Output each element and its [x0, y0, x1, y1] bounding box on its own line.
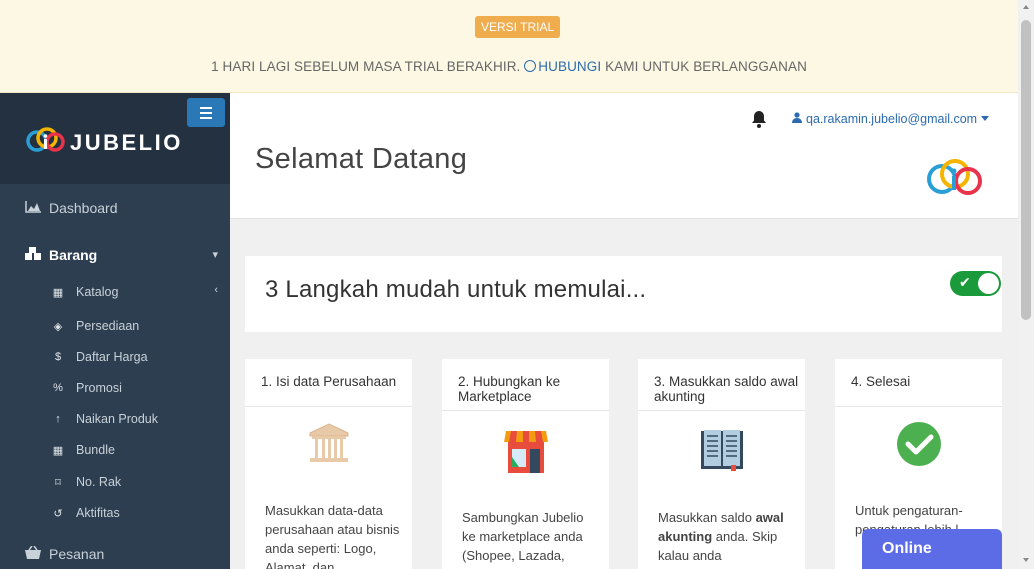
- sidebar-item-no-rak[interactable]: ⌑ No. Rak: [0, 473, 230, 491]
- whatsapp-icon: [524, 60, 537, 72]
- trial-message: 1 HARI LAGI SEBELUM MASA TRIAL BERAKHIR.…: [0, 59, 1018, 74]
- arrow-up-icon: ↑: [55, 413, 61, 425]
- page-header: qa.rakamin.jubelio@gmail.com Selamat Dat…: [230, 93, 1018, 219]
- grid-icon: ▦: [52, 444, 64, 457]
- card-description: Sambungkan Jubelio ke marketplace anda (…: [462, 510, 584, 563]
- dollar-icon: $: [54, 351, 62, 363]
- steps-toggle[interactable]: ✔: [950, 271, 1001, 296]
- chevron-left-icon: ‹: [214, 284, 218, 296]
- nav-item-label: Pesanan: [49, 546, 105, 562]
- nav-item-barang[interactable]: Barang ▾: [0, 244, 230, 266]
- page-scrollbar[interactable]: [1018, 0, 1034, 569]
- sidebar-item-aktifitas[interactable]: ↺ Aktifitas: [0, 504, 230, 522]
- user-email: qa.rakamin.jubelio@gmail.com: [806, 112, 978, 126]
- sub-item-label: Daftar Harga: [76, 350, 148, 364]
- card-title: 2. Hubungkan ke Marketplace: [442, 359, 609, 411]
- sub-item-label: No. Rak: [76, 475, 122, 489]
- card-title: 1. Isi data Perusahaan: [245, 359, 412, 407]
- nav-item-label: Dashboard: [49, 200, 118, 216]
- scroll-down-icon[interactable]: [1023, 558, 1029, 562]
- card-title: 3. Masukkan saldo awal akunting: [638, 359, 805, 411]
- nav-item-pesanan[interactable]: Pesanan: [0, 543, 230, 565]
- sidebar-item-promosi[interactable]: % Promosi: [0, 379, 230, 397]
- percent-icon: %: [53, 382, 63, 394]
- bars-icon: [200, 107, 212, 109]
- brand-name: JUBELIO: [70, 130, 183, 155]
- store-icon: [442, 427, 609, 480]
- grid-icon: ▦: [52, 286, 64, 299]
- bell-icon[interactable]: [750, 110, 768, 129]
- sidebar-item-persediaan[interactable]: ◈ Persediaan: [0, 317, 230, 335]
- check-circle-icon: [835, 421, 1002, 472]
- scroll-thumb[interactable]: [1021, 20, 1031, 320]
- brand-area: JUBELIO: [0, 93, 230, 184]
- ledger-book-icon: [638, 427, 805, 478]
- sidebar-item-daftar-harga[interactable]: $ Daftar Harga: [0, 348, 230, 366]
- card-title: 4. Selesai: [835, 359, 1002, 407]
- history-icon: ↺: [53, 507, 63, 520]
- trial-message-suffix: KAMI UNTUK BERLANGGANAN: [605, 59, 807, 74]
- menu-toggle-button[interactable]: [187, 98, 225, 127]
- user-menu[interactable]: qa.rakamin.jubelio@gmail.com: [792, 112, 990, 126]
- check-icon: ✔: [959, 274, 971, 290]
- nav-item-label: Barang: [49, 247, 98, 263]
- toggle-knob: [978, 273, 999, 294]
- contact-link[interactable]: HUBUNGI: [524, 59, 601, 74]
- sidebar-item-naikan-produk[interactable]: ↑ Naikan Produk: [0, 410, 230, 428]
- sidebar-item-bundle[interactable]: ▦ Bundle: [0, 441, 230, 459]
- trial-banner: VERSI TRIAL 1 HARI LAGI SEBELUM MASA TRI…: [0, 0, 1018, 93]
- sidebar-item-katalog[interactable]: ▦ Katalog ‹: [0, 283, 230, 301]
- trial-message-text: 1 HARI LAGI SEBELUM MASA TRIAL BERAKHIR.: [211, 59, 521, 74]
- page-title: Selamat Datang: [255, 143, 468, 175]
- sidebar: JUBELIO Dashboard Barang ▾ ▦ Katalog ‹ ◈…: [0, 93, 230, 569]
- trial-badge: VERSI TRIAL: [475, 16, 561, 38]
- jubelio-logo-icon: [26, 127, 65, 152]
- step-card-2[interactable]: 2. Hubungkan ke Marketplace Sambungkan J…: [442, 359, 609, 569]
- panel-title: 3 Langkah mudah untuk memulai...: [265, 276, 647, 303]
- contact-link-label: HUBUNGI: [538, 59, 602, 74]
- chevron-down-icon: ▾: [212, 249, 218, 261]
- basket-icon: [24, 545, 42, 562]
- nav-item-dashboard[interactable]: Dashboard: [0, 197, 230, 219]
- sub-item-label: Bundle: [76, 443, 115, 457]
- chevron-down-icon: [981, 116, 990, 121]
- scroll-up-icon[interactable]: [1023, 5, 1029, 9]
- bank-icon: [245, 421, 412, 472]
- sub-item-label: Katalog: [76, 285, 119, 299]
- cubes-icon: [24, 246, 42, 264]
- card-description: Masukkan data-data perusahaan atau bisni…: [265, 503, 400, 569]
- sub-item-label: Naikan Produk: [76, 412, 158, 426]
- area-chart-icon: [24, 200, 42, 216]
- card-description-text: Masukkan saldo: [658, 510, 752, 525]
- sub-item-label: Aktifitas: [76, 506, 120, 520]
- chat-online-button[interactable]: Online: [862, 529, 1002, 569]
- sub-item-label: Persediaan: [76, 319, 140, 333]
- step-card-3[interactable]: 3. Masukkan saldo awal akunting Masukkan…: [638, 359, 805, 569]
- user-icon: [792, 112, 806, 126]
- step-card-1[interactable]: 1. Isi data Perusahaan Masukkan data-dat…: [245, 359, 412, 569]
- jubelio-cloud-icon: [927, 159, 982, 195]
- bookmark-icon: ⌑: [55, 476, 61, 489]
- card-description: Masukkan saldo awal akunting anda. Skip …: [658, 508, 793, 565]
- getting-started-panel: 3 Langkah mudah untuk memulai... ✔: [245, 256, 1002, 332]
- cubes-icon: ◈: [53, 320, 63, 333]
- sub-item-label: Promosi: [76, 381, 122, 395]
